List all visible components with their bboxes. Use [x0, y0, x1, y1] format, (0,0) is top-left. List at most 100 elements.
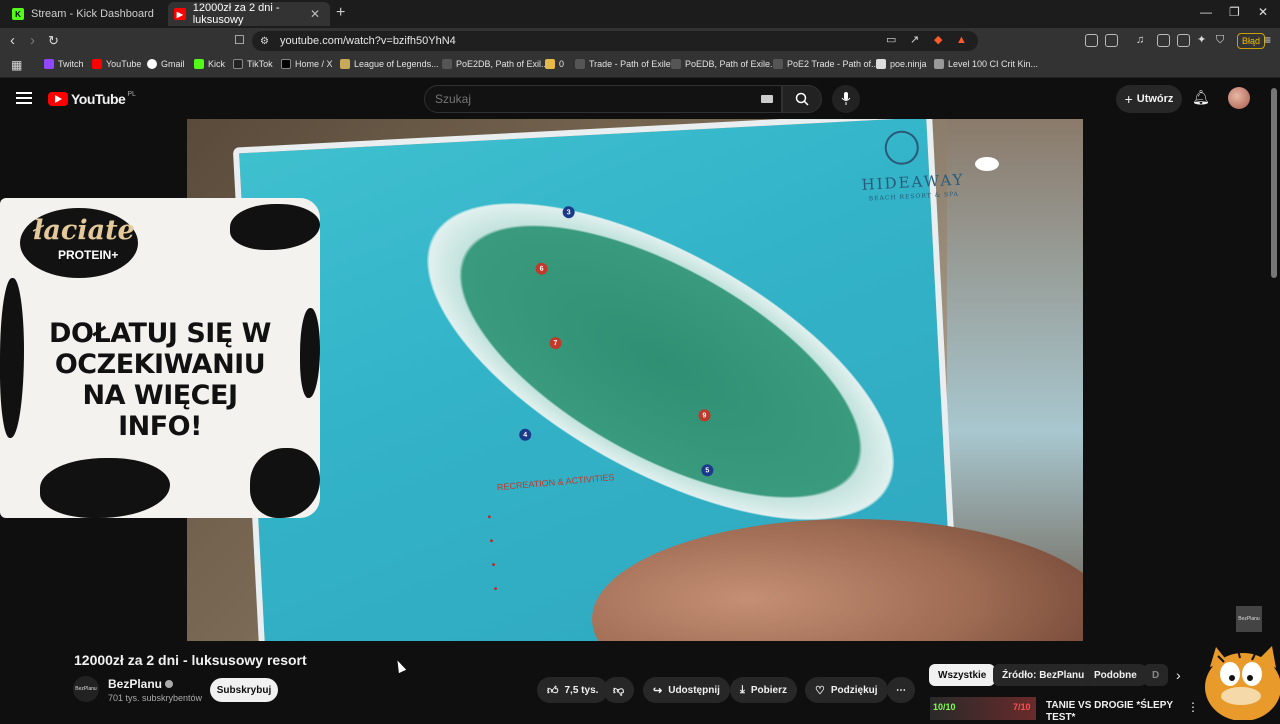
bookmark-x[interactable]: Home / X: [281, 59, 333, 69]
bookmark-gmail[interactable]: Gmail: [147, 59, 185, 69]
tab-kick-dashboard[interactable]: K Stream - Kick Dashboard: [6, 2, 166, 26]
tab-youtube-video[interactable]: ▶ 12000zł za 2 dni - luksusowy ✕: [168, 2, 330, 26]
folder-icon: [545, 59, 555, 69]
bookmark-twitch[interactable]: Twitch: [44, 59, 84, 69]
laciate-logo-text: łaciate: [33, 215, 135, 246]
recommended-score-left: 10/10: [933, 702, 956, 712]
map-marker: 4: [518, 428, 532, 442]
bookmark-poedb[interactable]: PoEDB, Path of Exile...: [671, 59, 778, 69]
extension-icon[interactable]: [1105, 34, 1118, 47]
close-window-icon[interactable]: ✕: [1258, 5, 1268, 19]
bookmark-youtube[interactable]: YouTube: [92, 59, 141, 69]
search-button[interactable]: [782, 85, 822, 113]
bookmark-tiktok[interactable]: TikTok: [233, 59, 273, 69]
url-field[interactable]: ⚙ youtube.com/watch?v=bzifh50YhN4: [252, 31, 978, 51]
back-icon[interactable]: ‹: [10, 33, 15, 48]
leo-icon[interactable]: ✦: [1197, 33, 1206, 48]
wallet-icon[interactable]: [1177, 34, 1190, 47]
bookmark-level100[interactable]: Level 100 CI Crit Kin...: [934, 59, 1038, 69]
subscribe-button[interactable]: Subskrybuj: [210, 678, 278, 702]
rewards-icon[interactable]: ▲: [956, 33, 967, 48]
chip-all[interactable]: Wszystkie: [929, 664, 996, 686]
create-label: Utwórz: [1136, 93, 1174, 105]
brave-shield-icon[interactable]: ◆: [934, 33, 942, 48]
chevron-right-icon[interactable]: ›: [1176, 667, 1181, 683]
menu-hamburger-icon[interactable]: [16, 92, 32, 104]
create-button[interactable]: + Utwórz: [1116, 85, 1182, 113]
dislike-button[interactable]: 👎︎: [603, 677, 635, 703]
bookmark-poeninja[interactable]: poe.ninja: [876, 59, 927, 69]
map-legend-list: ● ● ● ●: [486, 513, 499, 593]
search-box[interactable]: [424, 85, 782, 113]
search-input[interactable]: [435, 92, 735, 106]
tab-label: Stream - Kick Dashboard: [31, 8, 154, 20]
more-icon: ⋯: [896, 684, 906, 696]
more-actions-button[interactable]: ⋯: [887, 677, 915, 703]
download-button[interactable]: ⤓ Pobierz: [730, 677, 797, 703]
voice-search-button[interactable]: [832, 85, 860, 113]
forward-icon[interactable]: ›: [30, 33, 35, 48]
poe-icon: [442, 59, 452, 69]
thumbs-up-icon: 👍︎: [547, 684, 559, 697]
keyboard-icon[interactable]: [761, 95, 773, 103]
ceiling-lamp: [975, 157, 999, 171]
bookmark-trade[interactable]: Trade - Path of Exile: [575, 59, 671, 69]
cow-spot: [300, 308, 320, 398]
twitch-icon: [44, 59, 54, 69]
url-text: youtube.com/watch?v=bzifh50YhN4: [280, 35, 456, 47]
plus-icon: +: [1124, 91, 1133, 107]
browser-tab-bar: K Stream - Kick Dashboard ▶ 12000zł za 2…: [0, 0, 1280, 28]
media-icon[interactable]: ♫: [1136, 33, 1144, 48]
extensions-icon[interactable]: [1085, 34, 1098, 47]
like-button[interactable]: 👍︎ 7,5 tys.: [537, 677, 609, 703]
bookmark-folder[interactable]: 0: [545, 59, 564, 69]
bookmark-league[interactable]: League of Legends...: [340, 59, 439, 69]
share-page-icon[interactable]: ↗: [910, 33, 919, 48]
cow-spot: [250, 448, 320, 518]
chip-more[interactable]: D: [1143, 664, 1169, 686]
share-button[interactable]: ↪ Udostępnij: [643, 677, 730, 703]
youtube-icon: [92, 59, 102, 69]
league-icon: [340, 59, 350, 69]
menu-icon[interactable]: ≡: [1264, 33, 1271, 48]
bookmark-icon[interactable]: ☐: [234, 33, 245, 48]
page-scrollbar[interactable]: [1271, 88, 1277, 278]
channel-name[interactable]: BezPlanu: [108, 677, 174, 691]
recommended-title[interactable]: TANIE VS DROGIE *ŚLEPY TEST*: [1046, 700, 1186, 724]
sponsor-message: DOŁATUJ SIĘ W OCZEKIWANIU NA WIĘCEJ INFO…: [49, 318, 271, 442]
channel-avatar[interactable]: BezPlanu: [73, 676, 99, 702]
thanks-button[interactable]: ♡ Podziękuj: [805, 677, 888, 703]
cow-spot: [230, 204, 320, 250]
youtube-wordmark: YouTube: [71, 91, 126, 107]
thanks-heart-icon: ♡: [815, 684, 825, 697]
address-bar-row: ‹ › ↻ ☐ ⚙ youtube.com/watch?v=bzifh50YhN…: [0, 28, 1280, 54]
restore-icon[interactable]: ❐: [1229, 5, 1240, 19]
vpn-icon[interactable]: ⛉: [1216, 33, 1224, 48]
sidebar-icon[interactable]: [1157, 34, 1170, 47]
reload-icon[interactable]: ↻: [48, 33, 59, 48]
kick-icon: K: [12, 8, 24, 20]
video-player[interactable]: HIDEAWAY BEACH RESORT & SPA 3 4 5 9 7 6 …: [187, 119, 1083, 641]
share-icon: ↪: [653, 684, 663, 697]
cast-icon[interactable]: ▭: [886, 33, 896, 48]
profile-error-badge[interactable]: Błąd: [1237, 33, 1266, 49]
youtube-icon: ▶: [174, 8, 186, 20]
new-tab-button[interactable]: +: [336, 4, 345, 22]
bookmark-poe2db[interactable]: PoE2DB, Path of Exil...: [442, 59, 549, 69]
apps-grid-icon[interactable]: ▦: [11, 58, 22, 73]
minimize-icon[interactable]: —: [1200, 5, 1212, 19]
user-avatar[interactable]: [1228, 87, 1250, 109]
bookmark-kick[interactable]: Kick: [194, 59, 225, 69]
notifications-bell-icon[interactable]: 🔔︎: [1192, 89, 1210, 106]
site-info-icon[interactable]: ⚙: [260, 34, 269, 49]
bookmark-poe2trade[interactable]: PoE2 Trade - Path of...: [773, 59, 879, 69]
mouse-cursor-icon: [393, 658, 407, 674]
thumbs-down-icon: 👎︎: [613, 684, 625, 697]
kick-icon: [194, 59, 204, 69]
chip-related[interactable]: Podobne: [1085, 664, 1146, 686]
channel-watermark[interactable]: BezPlanu: [1236, 606, 1262, 632]
youtube-header: YouTube PL + Utwórz 🔔︎: [0, 79, 1280, 119]
close-tab-icon[interactable]: ✕: [310, 7, 320, 21]
youtube-logo[interactable]: YouTube PL: [48, 91, 136, 107]
chip-source[interactable]: Źródło: BezPlanu: [993, 664, 1094, 686]
